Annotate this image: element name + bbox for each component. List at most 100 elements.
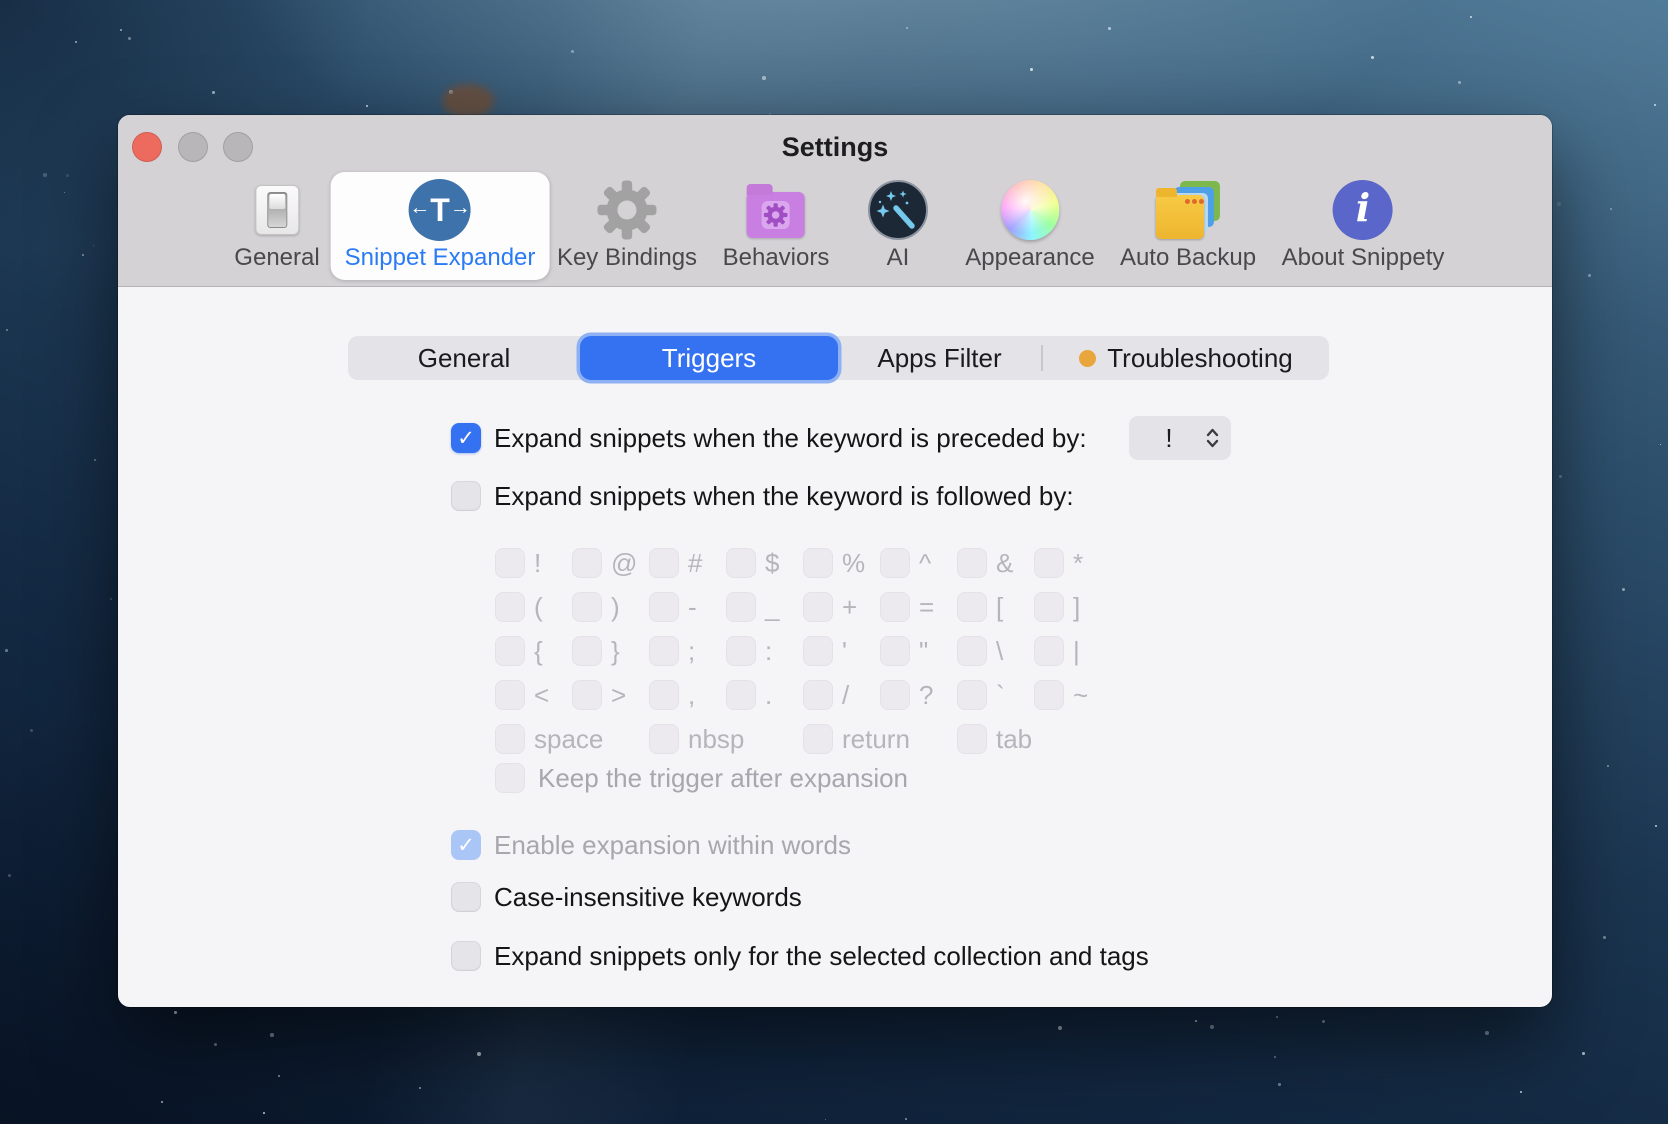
toolbar-item-label: Key Bindings: [557, 244, 697, 272]
symbol-checkbox: [726, 636, 756, 666]
symbol-label: nbsp: [688, 724, 744, 754]
selected-collection-label: Expand snippets only for the selected co…: [494, 941, 1149, 971]
symbol-row: ! @ # $% ^& *: [495, 541, 1111, 585]
toolbar-item-key-bindings[interactable]: Key Bindings: [543, 172, 711, 280]
keep-trigger-checkbox: [495, 763, 525, 793]
symbol-label: !: [534, 548, 541, 578]
symbol-cell: ): [572, 592, 649, 622]
symbol-checkbox: [726, 680, 756, 710]
toolbar-item-label: Snippet Expander: [345, 244, 536, 272]
expansion-within-words-label: Enable expansion within words: [494, 830, 851, 860]
symbol-cell: +: [803, 592, 880, 622]
symbol-cell: $: [726, 548, 803, 578]
symbol-cell: \: [957, 636, 1034, 666]
symbol-label: ,: [688, 680, 695, 710]
symbol-label: *: [1073, 548, 1083, 578]
symbol-cell: `: [957, 680, 1034, 710]
toolbar-item-snippet-expander[interactable]: ←T→Snippet Expander: [331, 172, 550, 280]
symbol-cell: ?: [880, 680, 957, 710]
switch-icon: [255, 179, 299, 241]
symbol-checkbox: [572, 680, 602, 710]
toolbar-item-label: Appearance: [965, 244, 1094, 272]
symbol-label: #: [688, 548, 702, 578]
toolbar-item-label: AI: [887, 244, 910, 272]
toolbar-item-appearance[interactable]: Appearance: [951, 172, 1108, 280]
tab-apps-filter[interactable]: Apps Filter: [838, 336, 1041, 380]
status-dot: [1079, 350, 1096, 367]
toolbar-item-label: Auto Backup: [1120, 244, 1256, 272]
symbol-label: ?: [919, 680, 933, 710]
followed-by-checkbox[interactable]: [451, 481, 481, 511]
symbol-cell: ': [803, 636, 880, 666]
symbol-row: <>,./?`~: [495, 673, 1111, 717]
symbol-label: @: [611, 548, 637, 578]
symbol-checkbox: [803, 592, 833, 622]
symbol-label: ]: [1073, 592, 1080, 622]
symbol-cell: *: [1034, 548, 1111, 578]
symbol-label: ~: [1073, 680, 1088, 710]
selected-collection-checkbox[interactable]: [451, 941, 481, 971]
symbol-checkbox: [495, 636, 525, 666]
symbol-checkbox: [880, 548, 910, 578]
tab-general[interactable]: General: [348, 336, 580, 380]
symbol-cell: &: [957, 548, 1034, 578]
tab-label: General: [418, 343, 511, 374]
tab-bar: General TriggersApps FilterTroubleshootin…: [348, 336, 1329, 380]
symbol-cell: ]: [1034, 592, 1111, 622]
tab-troubleshooting[interactable]: Troubleshooting: [1043, 336, 1329, 380]
symbol-checkbox: [957, 680, 987, 710]
preceded-by-checkbox[interactable]: [451, 423, 481, 453]
symbol-checkbox: [803, 548, 833, 578]
keep-trigger-row: Keep the trigger after expansion: [495, 763, 908, 793]
symbol-label: }: [611, 636, 620, 666]
symbol-checkbox: [649, 724, 679, 754]
symbol-checkbox: [495, 592, 525, 622]
symbol-label: %: [842, 548, 865, 578]
symbol-checkbox: [649, 548, 679, 578]
preceded-by-select-value: !: [1129, 423, 1205, 454]
symbol-checkbox: [726, 548, 756, 578]
case-insensitive-row: Case-insensitive keywords: [451, 882, 802, 912]
preceded-by-select[interactable]: !: [1129, 416, 1231, 460]
symbol-cell: >: [572, 680, 649, 710]
symbol-label: return: [842, 724, 910, 754]
symbol-cell: @: [572, 548, 649, 578]
symbol-cell: ;: [649, 636, 726, 666]
symbol-label: ": [919, 636, 928, 666]
expansion-within-words-checkbox: [451, 830, 481, 860]
symbol-cell: ^: [880, 548, 957, 578]
symbol-cell: nbsp: [649, 724, 803, 754]
toolbar-item-ai[interactable]: AI: [854, 172, 942, 280]
symbol-label: -: [688, 592, 697, 622]
tab-triggers[interactable]: Triggers: [580, 336, 838, 380]
preceded-by-label: Expand snippets when the keyword is prec…: [494, 423, 1087, 453]
symbol-checkbox: [957, 592, 987, 622]
symbol-label: _: [765, 592, 779, 622]
expansion-within-words-row: Enable expansion within words: [451, 830, 851, 860]
symbol-cell: -: [649, 592, 726, 622]
symbol-label: [: [996, 592, 1003, 622]
symbol-cell: tab: [957, 724, 1111, 754]
symbol-checkbox: [957, 724, 987, 754]
toolbar-item-about-snippety[interactable]: i About Snippety: [1268, 172, 1459, 280]
toolbar-item-label: Behaviors: [723, 244, 830, 272]
symbol-label: |: [1073, 636, 1080, 666]
wallpaper-rock: [442, 84, 494, 118]
symbol-checkbox: [649, 636, 679, 666]
symbol-cell: ": [880, 636, 957, 666]
toolbar-item-behaviors[interactable]: Behaviors: [709, 172, 844, 280]
symbol-cell: /: [803, 680, 880, 710]
toolbar-item-general[interactable]: General: [220, 172, 333, 280]
toolbar-item-auto-backup[interactable]: Auto Backup: [1106, 172, 1270, 280]
symbol-cell: :: [726, 636, 803, 666]
info-icon: i: [1333, 179, 1393, 241]
case-insensitive-checkbox[interactable]: [451, 882, 481, 912]
symbol-label: (: [534, 592, 543, 622]
preceded-by-row: Expand snippets when the keyword is prec…: [451, 423, 1087, 453]
selected-collection-row: Expand snippets only for the selected co…: [451, 941, 1149, 971]
symbol-cell: !: [495, 548, 572, 578]
titlebar: Settings General←T→Snippet ExpanderKey B…: [118, 115, 1552, 287]
toolbar-item-label: About Snippety: [1282, 244, 1445, 272]
chevron-up-down-icon: [1205, 426, 1220, 450]
symbol-checkbox: [495, 680, 525, 710]
